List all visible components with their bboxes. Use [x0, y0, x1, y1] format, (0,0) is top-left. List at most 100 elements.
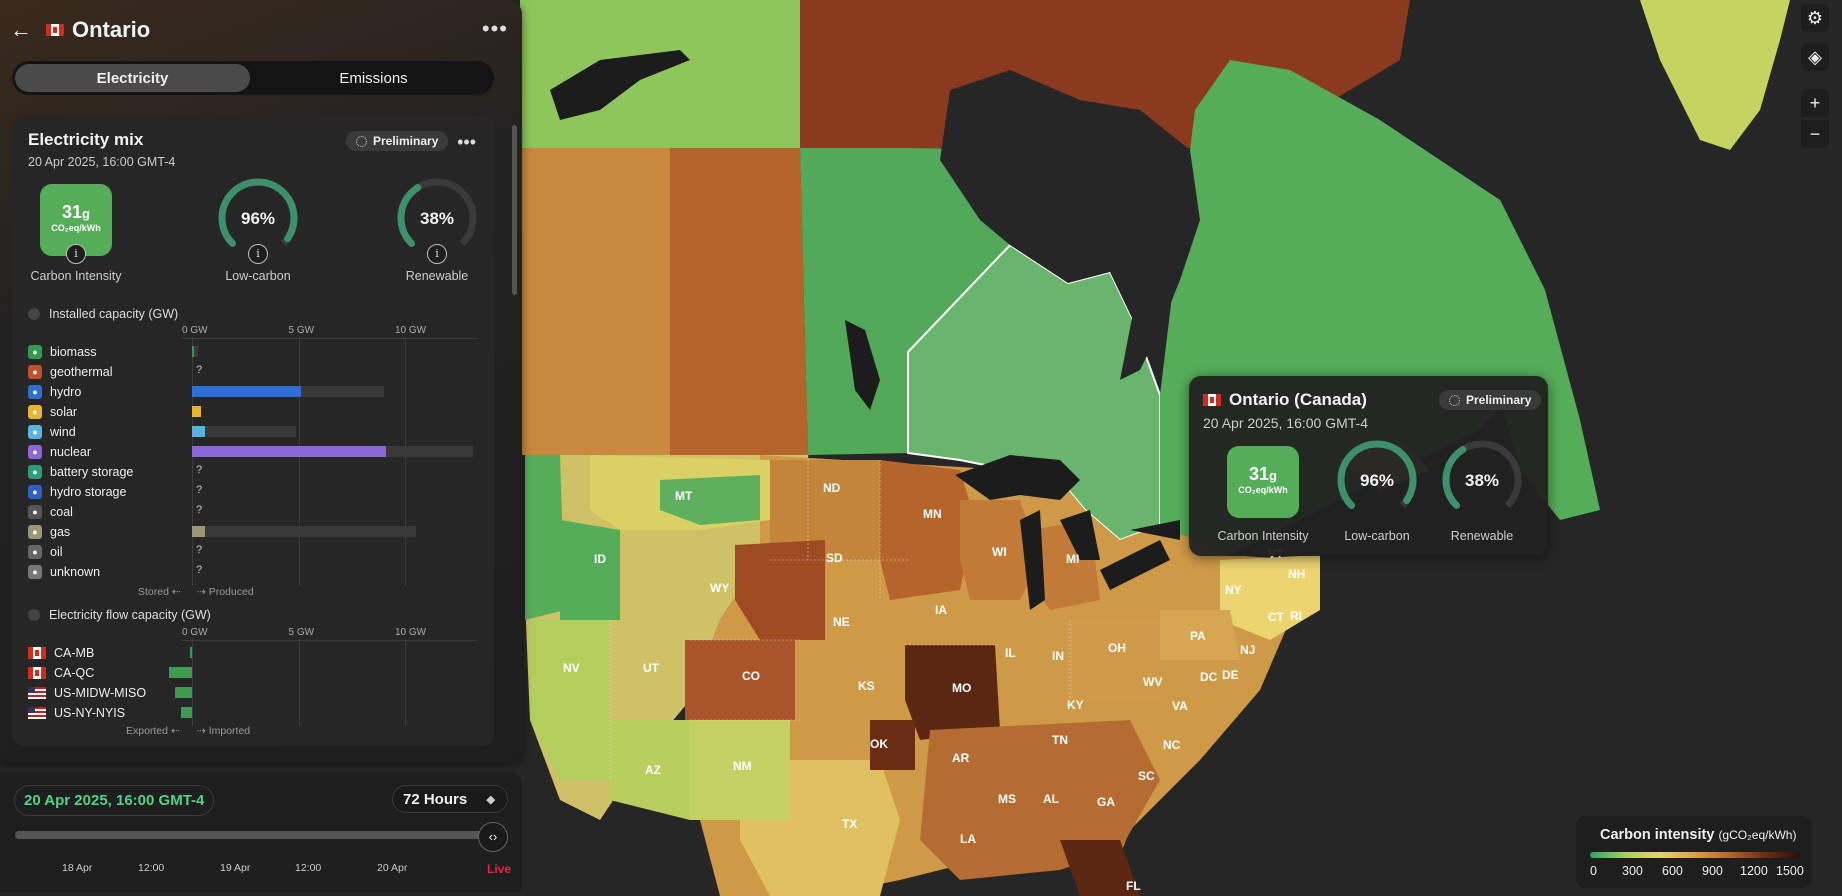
- state-label-ky: KY: [1067, 698, 1084, 712]
- zoom-out-button[interactable]: −: [1801, 120, 1829, 148]
- flow-row-us-ny-nyis[interactable]: US-NY-NYIS: [28, 704, 125, 721]
- unknown-value: ?: [196, 504, 203, 516]
- legend-tick: 900: [1702, 864, 1723, 878]
- zoom-in-button[interactable]: +: [1801, 89, 1829, 117]
- tooltip-carbon-label: Carbon Intensity: [1217, 529, 1309, 543]
- capacity-row-nuclear[interactable]: ● nuclear: [28, 443, 91, 460]
- canada-flag-icon: [46, 24, 64, 36]
- state-label-oh: OH: [1108, 641, 1126, 655]
- card-more-icon[interactable]: •••: [457, 132, 476, 153]
- installed-capacity-toggle[interactable]: Installed capacity (GW): [28, 307, 178, 321]
- capacity-row-solar[interactable]: ● solar: [28, 403, 77, 420]
- tooltip-carbon-gram: g: [1269, 468, 1277, 483]
- card-date: 20 Apr 2025, 16:00 GMT-4: [28, 155, 176, 169]
- region-saskatchewan[interactable]: [800, 148, 908, 455]
- capacity-row-gas[interactable]: ● gas: [28, 523, 70, 540]
- unknown-value: ?: [196, 364, 203, 376]
- gridline: [298, 639, 300, 726]
- low-carbon-value: 96%: [240, 209, 276, 228]
- chevron-updown-icon: ◆: [486, 793, 495, 806]
- flow-row-ca-qc[interactable]: CA-QC: [28, 664, 94, 681]
- axis-tick-label: 5 GW: [288, 325, 315, 336]
- timeline-slider-thumb[interactable]: ‹›: [478, 822, 508, 852]
- gridline: [405, 337, 406, 586]
- capacity-row-wind[interactable]: ● wind: [28, 423, 76, 440]
- produced-label: ⇢ Produced: [197, 586, 254, 598]
- capacity-row-oil[interactable]: ● oil: [28, 543, 63, 560]
- axis-tick-label: 0 GW: [182, 325, 208, 336]
- state-label-nv: NV: [563, 661, 580, 675]
- tab-emissions[interactable]: Emissions: [256, 64, 491, 92]
- tooltip-date: 20 Apr 2025, 16:00 GMT-4: [1203, 415, 1368, 431]
- preliminary-badge[interactable]: Preliminary: [346, 131, 449, 151]
- state-label-sd: SD: [826, 551, 843, 565]
- capacity-row-biomass[interactable]: ● biomass: [28, 343, 97, 360]
- capacity-row-coal[interactable]: ● coal: [28, 503, 73, 520]
- capacity-row-label: hydro: [50, 384, 82, 399]
- panel-scrollbar[interactable]: [512, 125, 517, 295]
- capacity-row-battery-storage[interactable]: ● battery storage: [28, 463, 133, 480]
- capacity-row-unknown[interactable]: ● unknown: [28, 563, 100, 580]
- flow-row-label: CA-QC: [54, 665, 95, 680]
- state-label-al: AL: [1043, 792, 1059, 806]
- capacity-row-hydro[interactable]: ● hydro: [28, 383, 81, 400]
- info-icon[interactable]: i: [427, 244, 447, 264]
- timeline-panel: 20 Apr 2025, 16:00 GMT-4 72 Hours ◆ ‹› 1…: [0, 772, 522, 892]
- capacity-row-geothermal[interactable]: ● geothermal: [28, 363, 113, 380]
- region-yukon-nwt[interactable]: [520, 0, 800, 148]
- legend-tick: 300: [1622, 864, 1643, 878]
- region-bc[interactable]: [520, 148, 670, 455]
- timeline-slider-track[interactable]: [15, 831, 485, 839]
- production-bar: [192, 386, 301, 397]
- renewable-label: Renewable: [405, 269, 469, 283]
- state-label-mo: MO: [952, 681, 971, 695]
- region-colorado[interactable]: [685, 640, 795, 720]
- production-bar: [192, 526, 205, 537]
- carbon-intensity-gram: g: [82, 206, 90, 221]
- state-label-ok: OK: [870, 737, 888, 751]
- arrow-left-icon[interactable]: ←: [10, 17, 40, 43]
- flow-row-us-midw-miso[interactable]: US-MIDW-MISO: [28, 684, 146, 701]
- tab-electricity[interactable]: Electricity: [15, 64, 250, 92]
- flow-capacity-toggle[interactable]: Electricity flow capacity (GW): [28, 608, 211, 622]
- info-icon[interactable]: i: [248, 244, 268, 264]
- region-idaho[interactable]: [560, 520, 620, 620]
- installed-capacity-title: Installed capacity (GW): [49, 307, 179, 321]
- carbon-intensity-legend: Carbon intensity (gCO₂eq/kWh) 0 300 600 …: [1576, 816, 1812, 888]
- panel-header: ← Ontario: [10, 14, 150, 46]
- timeline-tick: 20 Apr: [377, 862, 408, 874]
- state-label-la: LA: [960, 832, 976, 846]
- carbon-intensity-label: Carbon Intensity: [30, 269, 122, 283]
- state-label-wv: WV: [1143, 675, 1162, 689]
- info-icon[interactable]: i: [66, 244, 86, 264]
- capacity-row-label: hydro storage: [50, 484, 127, 499]
- imported-label: ⇢ Imported: [197, 725, 251, 737]
- layers-icon[interactable]: ◈: [1801, 43, 1829, 71]
- time-range-select[interactable]: 72 Hours ◆: [392, 785, 508, 813]
- low-carbon-label: Low-carbon: [225, 269, 291, 283]
- solar-icon: ●: [28, 404, 42, 419]
- region-pacific-nw[interactable]: [525, 455, 565, 620]
- carbon-intensity-unit: CO₂eq/kWh: [51, 223, 101, 233]
- region-alberta[interactable]: [670, 148, 808, 455]
- electricity-mix-card: Electricity mix 20 Apr 2025, 16:00 GMT-4…: [12, 116, 494, 746]
- state-label-mt: MT: [675, 489, 693, 503]
- state-label-dc: DC: [1200, 670, 1218, 684]
- flow-row-ca-mb[interactable]: CA-MB: [28, 644, 94, 661]
- state-label-mi: MI: [1066, 552, 1079, 566]
- us-flag-icon: [28, 686, 46, 699]
- card-title: Electricity mix: [28, 130, 144, 149]
- gas-icon: ●: [28, 524, 42, 539]
- more-horizontal-icon[interactable]: •••: [482, 16, 508, 42]
- state-label-ks: KS: [858, 679, 875, 693]
- timeline-tick: 12:00: [138, 862, 165, 874]
- tooltip-carbon-unit: CO₂eq/kWh: [1238, 485, 1288, 495]
- hydro-storage-icon: ●: [28, 484, 42, 499]
- gear-icon[interactable]: ⚙: [1801, 4, 1829, 32]
- production-bar: [192, 426, 205, 437]
- preliminary-label: Preliminary: [1466, 393, 1532, 407]
- state-label-il: IL: [1005, 646, 1016, 660]
- live-label[interactable]: Live: [487, 862, 511, 876]
- tooltip-renewable-value: 38%: [1464, 471, 1500, 490]
- capacity-row-hydro-storage[interactable]: ● hydro storage: [28, 483, 126, 500]
